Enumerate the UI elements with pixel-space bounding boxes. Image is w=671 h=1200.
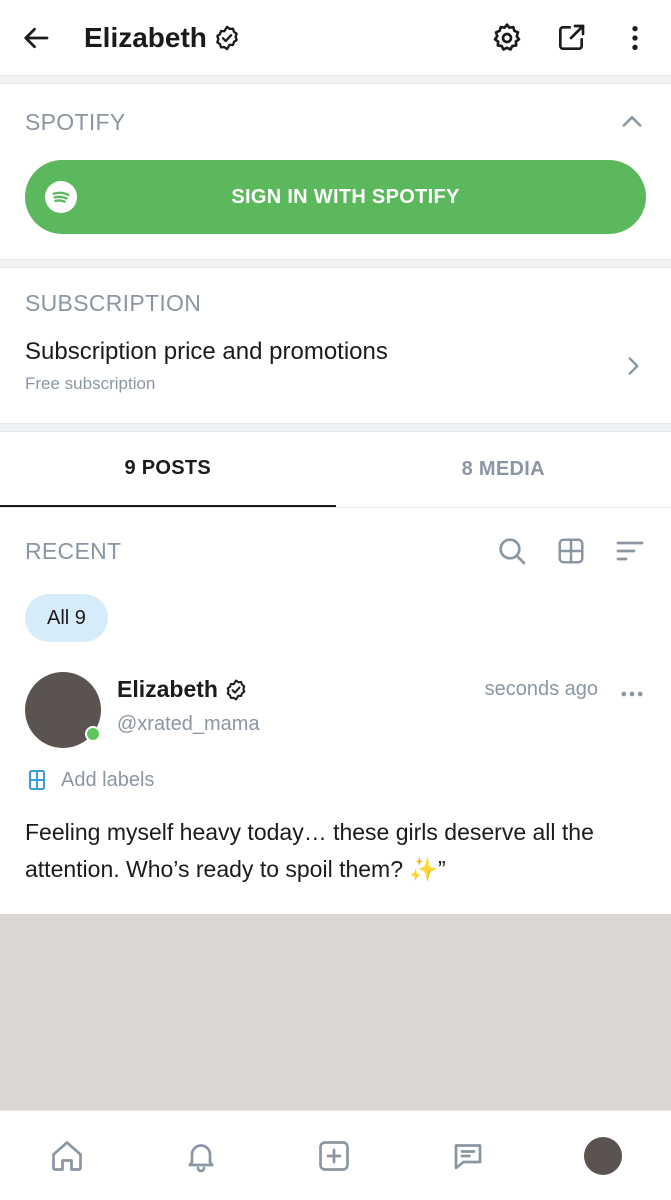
share-icon [559,24,585,50]
add-labels-label: Add labels [61,768,155,791]
label-icon [29,770,45,790]
subscription-price-row[interactable]: Subscription price and promotions Free s… [25,338,646,394]
more-options-button[interactable] [617,20,653,56]
spotify-header[interactable]: SPOTIFY [25,84,646,160]
plus-square-icon [319,1140,350,1171]
more-vertical-icon [632,25,638,50]
section-divider [0,76,671,84]
verified-badge-icon [216,25,238,50]
feed-tools [496,535,646,567]
post-author-name-row[interactable]: Elizabeth [117,676,260,703]
post-text: Feeling myself heavy today… these girls … [25,819,594,882]
nav-messages-button[interactable] [450,1138,486,1174]
spotify-button-label: SIGN IN WITH SPOTIFY [231,185,460,208]
verified-badge-icon [226,679,246,700]
share-button[interactable] [553,20,589,56]
spotify-icon [45,181,77,213]
tab-posts[interactable]: 9 POSTS [0,432,336,507]
profile-page: Elizabeth SPOTIFY SIGN IN WITH SPOTIFY S… [0,0,671,1200]
sort-icon[interactable] [614,535,646,567]
filter-chip-all[interactable]: All 9 [25,594,108,642]
spotify-section-label: SPOTIFY [25,108,126,135]
chevron-up-icon[interactable] [618,108,646,136]
bottom-nav [0,1110,671,1200]
nav-create-button[interactable] [316,1138,352,1174]
subscription-header: SUBSCRIPTION [25,268,646,338]
grid-icon[interactable] [556,536,586,566]
add-labels-button[interactable]: Add labels [25,768,646,792]
subscription-text: Subscription price and promotions Free s… [25,338,388,394]
post-timestamp: seconds ago [484,678,598,700]
nav-notifications-button[interactable] [183,1138,219,1174]
subscription-title: Subscription price and promotions [25,338,388,365]
feed-header: RECENT [0,508,671,594]
home-icon [52,1140,82,1171]
subscription-section-label: SUBSCRIPTION [25,289,202,316]
subscription-section: SUBSCRIPTION Subscription price and prom… [0,268,671,424]
top-bar: Elizabeth [0,0,671,76]
profile-tabs: 9 POSTS 8 MEDIA [0,432,671,508]
back-button[interactable] [22,18,62,58]
post-header: Elizabeth @xrated_mama seconds ago [25,672,646,748]
online-indicator [85,726,101,742]
avatar[interactable] [25,672,101,748]
chevron-right-icon [628,357,639,375]
tab-media[interactable]: 8 MEDIA [336,432,671,507]
post-media[interactable] [0,914,671,1112]
gear-icon [493,22,521,51]
page-title: Elizabeth [84,22,241,54]
arrow-left-icon [24,27,49,48]
nav-profile-avatar[interactable] [584,1136,623,1175]
search-icon[interactable] [496,535,528,567]
settings-button[interactable] [489,20,525,56]
message-icon [454,1143,482,1169]
post-author-name: Elizabeth [117,676,218,702]
section-divider [0,424,671,432]
nav-home-button[interactable] [49,1138,85,1174]
post-card: Elizabeth @xrated_mama seconds ago Add l… [0,672,671,888]
section-divider [0,260,671,268]
feed-section-label: RECENT [25,537,122,564]
subscription-subtitle: Free subscription [25,374,156,393]
profile-name: Elizabeth [84,21,207,53]
top-actions [489,20,653,56]
spotify-sign-in-button[interactable]: SIGN IN WITH SPOTIFY [25,160,646,234]
post-author: Elizabeth @xrated_mama [117,676,260,736]
more-horizontal-icon[interactable] [618,680,646,708]
post-author-handle[interactable]: @xrated_mama [117,713,260,736]
spotify-section: SPOTIFY SIGN IN WITH SPOTIFY [0,84,671,260]
bell-icon [188,1143,214,1172]
